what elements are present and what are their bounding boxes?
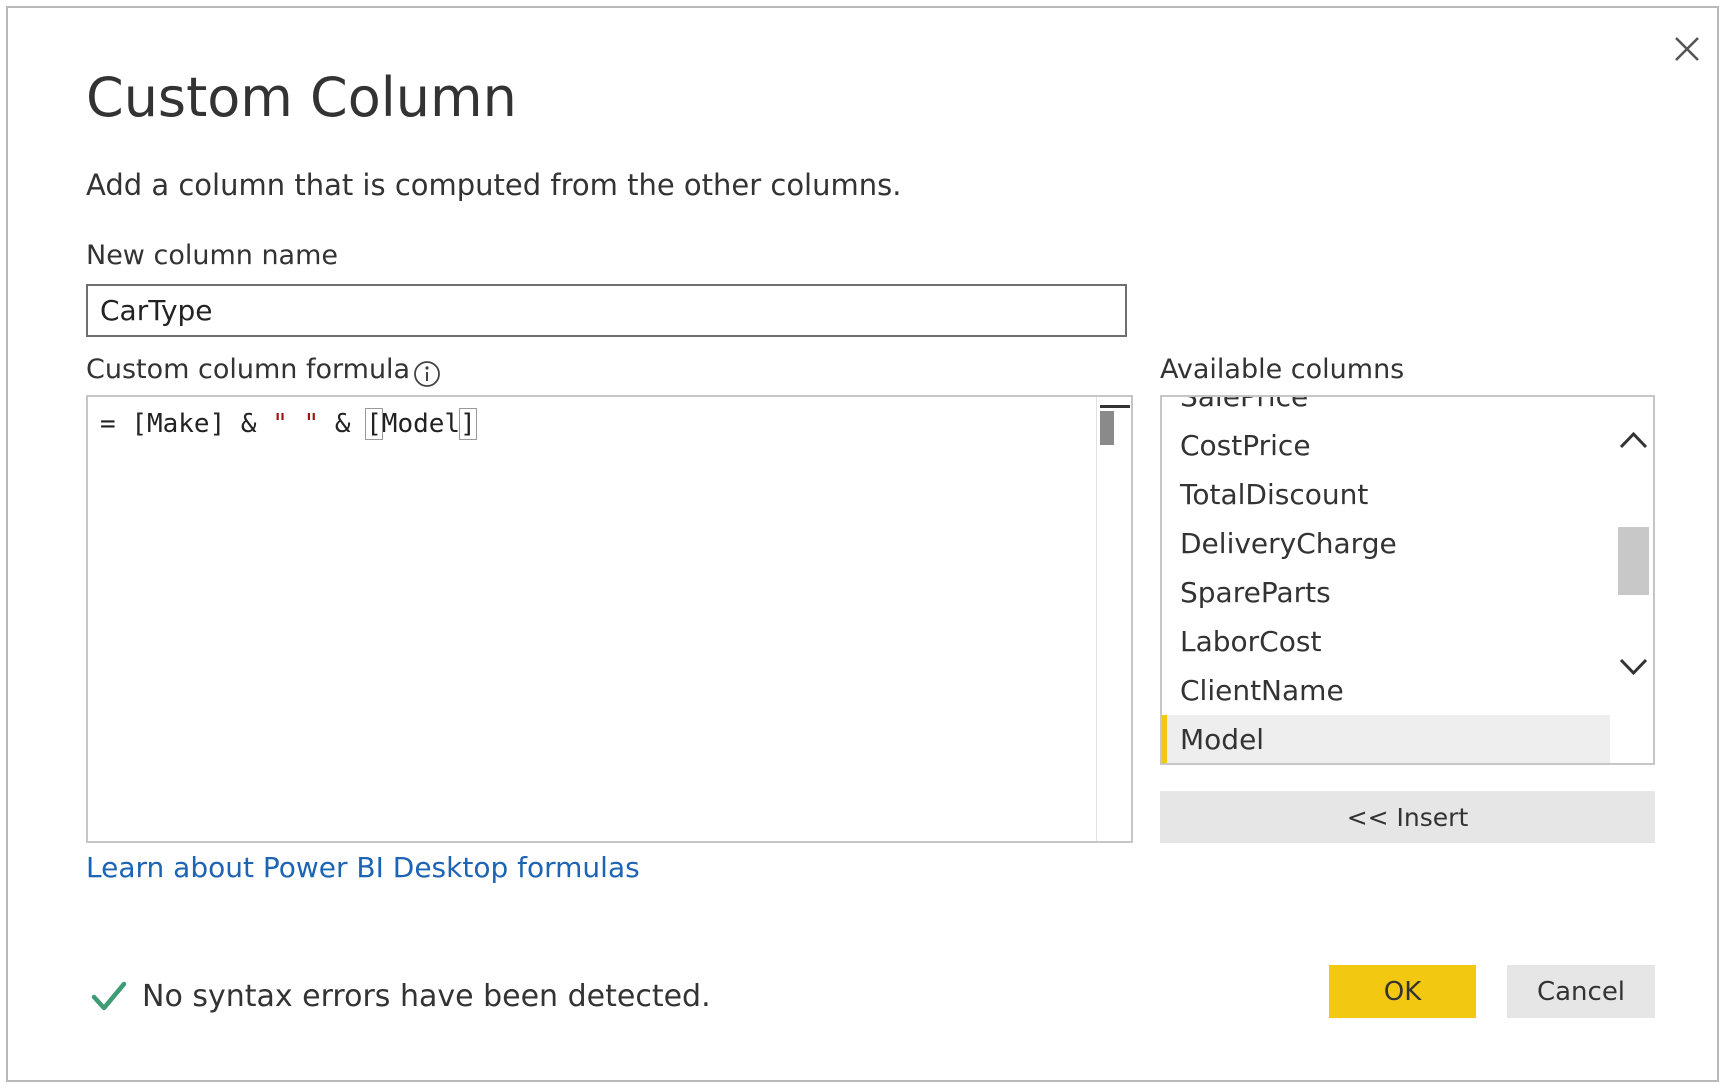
cancel-button[interactable]: Cancel — [1507, 965, 1655, 1018]
formula-ampersand: & — [319, 409, 367, 439]
checkmark-icon — [91, 981, 127, 1011]
custom-column-dialog: Custom Column Add a column that is compu… — [6, 6, 1719, 1082]
list-scroll-thumb[interactable] — [1618, 527, 1649, 595]
syntax-status: No syntax errors have been detected. — [90, 971, 711, 1021]
formula-text[interactable]: = [Make] & " " & [Model] — [100, 408, 477, 440]
formula-model-ref: Model — [381, 409, 461, 439]
list-item-saleprice[interactable]: SalePrice — [1162, 397, 1610, 421]
new-column-name-input[interactable] — [86, 284, 1127, 337]
dialog-description: Add a column that is computed from the o… — [86, 168, 902, 202]
list-item-costprice[interactable]: CostPrice — [1162, 421, 1610, 470]
chevron-up-icon — [1619, 431, 1648, 449]
formula-scroll-thumb[interactable] — [1100, 411, 1114, 445]
formula-editor[interactable]: = [Make] & " " & [Model] — [86, 395, 1133, 843]
formula-ampersand: & — [225, 409, 273, 439]
formula-string-literal: " " — [272, 409, 320, 439]
formula-label: Custom column formula — [86, 354, 411, 385]
learn-formulas-link[interactable]: Learn about Power BI Desktop formulas — [86, 851, 640, 884]
chevron-down-icon — [1619, 658, 1648, 676]
info-icon[interactable] — [412, 359, 442, 389]
syntax-status-text: No syntax errors have been detected. — [142, 978, 711, 1014]
close-button[interactable] — [1666, 28, 1706, 68]
new-column-name-label: New column name — [86, 240, 339, 271]
insert-button[interactable]: << Insert — [1160, 791, 1655, 843]
list-item-deliverycharge[interactable]: DeliveryCharge — [1162, 519, 1610, 568]
scroll-up-button[interactable] — [1612, 419, 1653, 463]
available-columns-label: Available columns — [1160, 354, 1405, 385]
list-item-laborcost[interactable]: LaborCost — [1162, 617, 1610, 666]
formula-scroll-top-edge — [1100, 405, 1130, 408]
list-item-clientname[interactable]: ClientName — [1162, 666, 1610, 715]
formula-equals: = — [100, 409, 132, 439]
ok-button[interactable]: OK — [1329, 965, 1476, 1018]
close-icon — [1675, 37, 1699, 61]
dialog-title: Custom Column — [86, 66, 517, 129]
list-item-model[interactable]: Model — [1162, 715, 1610, 763]
formula-bracket-open: [ — [365, 408, 383, 440]
list-item-spareparts[interactable]: SpareParts — [1162, 568, 1610, 617]
list-scrollbar[interactable] — [1612, 397, 1653, 763]
scroll-down-button[interactable] — [1612, 645, 1653, 689]
formula-scrollbar[interactable] — [1096, 397, 1131, 841]
list-item-totaldiscount[interactable]: TotalDiscount — [1162, 470, 1610, 519]
formula-make-ref: [Make] — [131, 409, 226, 439]
formula-bracket-close: ] — [459, 408, 477, 440]
available-columns-list[interactable]: SalePrice CostPrice TotalDiscount Delive… — [1160, 395, 1655, 765]
